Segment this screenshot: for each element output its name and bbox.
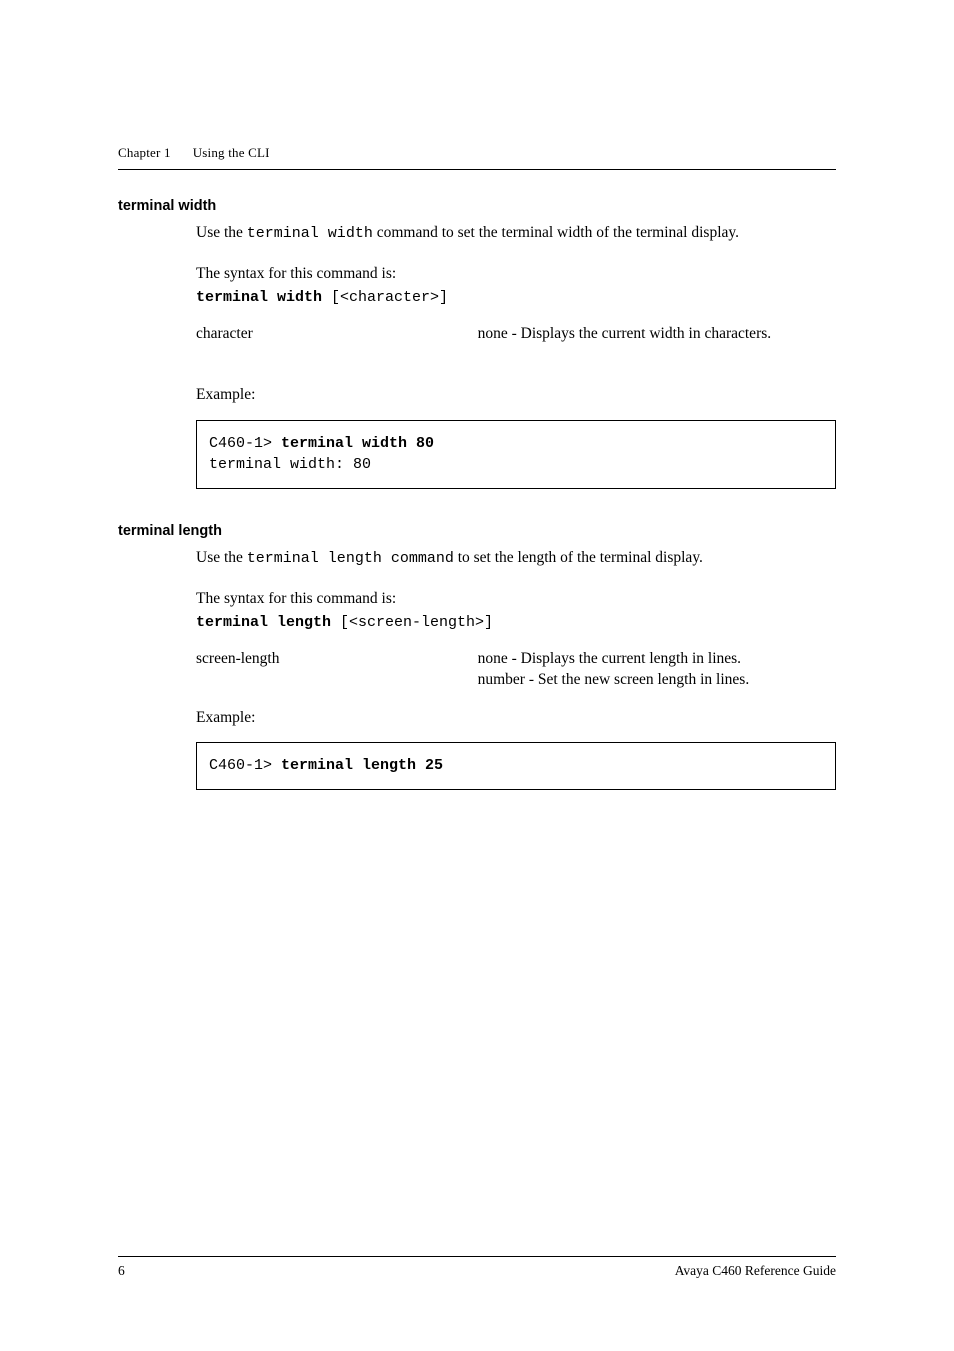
param-name: character — [196, 323, 478, 344]
intro-command: terminal width — [247, 225, 373, 242]
param-desc: none - Displays the current length in li… — [478, 648, 836, 691]
example-label: Example: — [196, 384, 836, 405]
code-line-output: terminal width: 80 — [209, 454, 823, 476]
param-table: character none - Displays the current wi… — [196, 323, 836, 344]
code-command: terminal length 25 — [281, 757, 443, 774]
section-heading-terminal-width: terminal width — [118, 198, 836, 214]
page-number: 6 — [118, 1263, 125, 1279]
code-line-input: C460-1> terminal length 25 — [209, 755, 823, 777]
intro-text-pre: Use the — [196, 549, 247, 566]
syntax-line: terminal width [<character>] — [196, 286, 836, 309]
intro-paragraph: Use the terminal length command to set t… — [196, 547, 836, 570]
table-row: screen-length none - Displays the curren… — [196, 648, 836, 691]
syntax-line: terminal length [<screen-length>] — [196, 611, 836, 634]
syntax-args: [<character>] — [322, 289, 448, 306]
chapter-title: Using the CLI — [193, 145, 270, 161]
table-row: character none - Displays the current wi… — [196, 323, 836, 344]
example-label: Example: — [196, 707, 836, 728]
code-command: terminal width 80 — [281, 435, 434, 452]
code-example: C460-1> terminal length 25 — [196, 742, 836, 790]
syntax-intro: The syntax for this command is: — [196, 263, 836, 284]
intro-paragraph: Use the terminal width command to set th… — [196, 222, 836, 245]
syntax-command: terminal length — [196, 614, 331, 631]
intro-text-post: to set the length of the terminal displa… — [454, 549, 703, 566]
syntax-command: terminal width — [196, 289, 322, 306]
chapter-label: Chapter 1 — [118, 145, 171, 161]
param-desc: none - Displays the current width in cha… — [478, 323, 836, 344]
syntax-args: [<screen-length>] — [331, 614, 493, 631]
param-table: screen-length none - Displays the curren… — [196, 648, 836, 691]
code-prompt: C460-1> — [209, 435, 281, 452]
running-header: Chapter 1 Using the CLI — [118, 145, 836, 170]
code-example: C460-1> terminal width 80 terminal width… — [196, 420, 836, 490]
intro-command: terminal length command — [247, 550, 454, 567]
code-line-input: C460-1> terminal width 80 — [209, 433, 823, 455]
doc-title: Avaya C460 Reference Guide — [675, 1263, 836, 1279]
param-desc-line1: none - Displays the current length in li… — [478, 648, 836, 669]
syntax-intro: The syntax for this command is: — [196, 588, 836, 609]
intro-text-post: command to set the terminal width of the… — [373, 224, 739, 241]
code-prompt: C460-1> — [209, 757, 281, 774]
param-desc-line2: number - Set the new screen length in li… — [478, 669, 836, 690]
intro-text-pre: Use the — [196, 224, 247, 241]
page-footer: 6 Avaya C460 Reference Guide — [118, 1256, 836, 1279]
section-heading-terminal-length: terminal length — [118, 523, 836, 539]
param-name: screen-length — [196, 648, 478, 691]
